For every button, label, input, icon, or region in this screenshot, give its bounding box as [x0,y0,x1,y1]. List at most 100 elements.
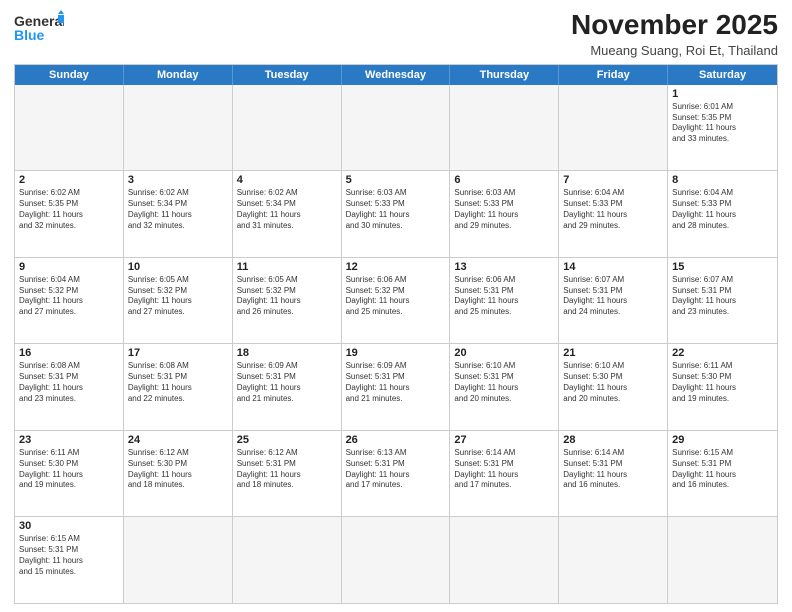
day-info-15: Sunrise: 6:07 AM Sunset: 5:31 PM Dayligh… [672,275,773,318]
calendar-cell-1-2: 4 Sunrise: 6:02 AM Sunset: 5:34 PM Daylig… [233,171,342,257]
day-info-29: Sunrise: 6:15 AM Sunset: 5:31 PM Dayligh… [672,448,773,491]
day-number-9: 9 [19,261,119,273]
day-info-26: Sunrise: 6:13 AM Sunset: 5:31 PM Dayligh… [346,448,446,491]
day-info-10: Sunrise: 6:05 AM Sunset: 5:32 PM Dayligh… [128,275,228,318]
day-number-20: 20 [454,347,554,359]
day-info-24: Sunrise: 6:12 AM Sunset: 5:30 PM Dayligh… [128,448,228,491]
header-wednesday: Wednesday [342,65,451,85]
calendar-cell-5-3 [342,517,451,603]
calendar-row-0: 1Sunrise: 6:01 AM Sunset: 5:35 PM Daylig… [15,85,777,171]
calendar-row-1: 2Sunrise: 6:02 AM Sunset: 5:35 PM Daylig… [15,170,777,257]
calendar-cell-4-6: 29Sunrise: 6:15 AM Sunset: 5:31 PM Dayli… [668,431,777,517]
header-thursday: Thursday [450,65,559,85]
calendar-cell-3-3: 19 Sunrise: 6:09 AM Sunset: 5:31 PM Dayli… [342,344,451,430]
calendar-cell-5-0: 30 Sunrise: 6:15 AM Sunset: 5:31 PM Dayli… [15,517,124,603]
day-number-30: 30 [19,520,119,532]
svg-text:Blue: Blue [14,27,45,43]
day-info-17: Sunrise: 6:08 AM Sunset: 5:31 PM Dayligh… [128,361,228,404]
calendar-cell-0-4 [450,85,559,171]
day-number-10: 10 [128,261,228,273]
day-info-2: Sunrise: 6:02 AM Sunset: 5:35 PM Dayligh… [19,188,119,231]
day-number-13: 13 [454,261,554,273]
calendar-cell-1-3: 5 Sunrise: 6:03 AM Sunset: 5:33 PM Daylig… [342,171,451,257]
calendar-cell-1-0: 2Sunrise: 6:02 AM Sunset: 5:35 PM Daylig… [15,171,124,257]
calendar-cell-3-5: 21 Sunrise: 6:10 AM Sunset: 5:30 PM Dayli… [559,344,668,430]
day-info-4: Sunrise: 6:02 AM Sunset: 5:34 PM Dayligh… [237,188,337,231]
header-monday: Monday [124,65,233,85]
day-number-27: 27 [454,434,554,446]
day-number-3: 3 [128,174,228,186]
logo: General Blue [14,10,64,46]
calendar-cell-4-1: 24 Sunrise: 6:12 AM Sunset: 5:30 PM Dayli… [124,431,233,517]
day-number-4: 4 [237,174,337,186]
calendar-cell-0-5 [559,85,668,171]
calendar-cell-5-5 [559,517,668,603]
day-info-3: Sunrise: 6:02 AM Sunset: 5:34 PM Dayligh… [128,188,228,231]
calendar-cell-3-1: 17 Sunrise: 6:08 AM Sunset: 5:31 PM Dayli… [124,344,233,430]
calendar-row-4: 23 Sunrise: 6:11 AM Sunset: 5:30 PM Dayli… [15,430,777,517]
calendar-cell-1-1: 3 Sunrise: 6:02 AM Sunset: 5:34 PM Daylig… [124,171,233,257]
calendar-row-5: 30 Sunrise: 6:15 AM Sunset: 5:31 PM Dayli… [15,516,777,603]
calendar-cell-3-0: 16Sunrise: 6:08 AM Sunset: 5:31 PM Dayli… [15,344,124,430]
day-number-25: 25 [237,434,337,446]
calendar-cell-4-5: 28Sunrise: 6:14 AM Sunset: 5:31 PM Dayli… [559,431,668,517]
calendar-cell-0-1 [124,85,233,171]
day-info-27: Sunrise: 6:14 AM Sunset: 5:31 PM Dayligh… [454,448,554,491]
calendar-cell-2-0: 9Sunrise: 6:04 AM Sunset: 5:32 PM Daylig… [15,258,124,344]
day-number-12: 12 [346,261,446,273]
day-number-21: 21 [563,347,663,359]
calendar-cell-2-4: 13 Sunrise: 6:06 AM Sunset: 5:31 PM Dayli… [450,258,559,344]
day-info-13: Sunrise: 6:06 AM Sunset: 5:31 PM Dayligh… [454,275,554,318]
day-info-30: Sunrise: 6:15 AM Sunset: 5:31 PM Dayligh… [19,534,119,577]
day-info-5: Sunrise: 6:03 AM Sunset: 5:33 PM Dayligh… [346,188,446,231]
day-info-8: Sunrise: 6:04 AM Sunset: 5:33 PM Dayligh… [672,188,773,231]
calendar-cell-2-5: 14Sunrise: 6:07 AM Sunset: 5:31 PM Dayli… [559,258,668,344]
calendar-header: Sunday Monday Tuesday Wednesday Thursday… [15,65,777,85]
header-saturday: Saturday [668,65,777,85]
month-title: November 2025 [571,10,778,41]
day-info-23: Sunrise: 6:11 AM Sunset: 5:30 PM Dayligh… [19,448,119,491]
header-tuesday: Tuesday [233,65,342,85]
calendar-cell-4-3: 26 Sunrise: 6:13 AM Sunset: 5:31 PM Dayli… [342,431,451,517]
header-friday: Friday [559,65,668,85]
day-number-19: 19 [346,347,446,359]
day-number-17: 17 [128,347,228,359]
calendar-cell-2-6: 15 Sunrise: 6:07 AM Sunset: 5:31 PM Dayli… [668,258,777,344]
logo-svg: General Blue [14,10,64,46]
calendar-cell-5-4 [450,517,559,603]
calendar-cell-1-5: 7Sunrise: 6:04 AM Sunset: 5:33 PM Daylig… [559,171,668,257]
calendar-body: 1Sunrise: 6:01 AM Sunset: 5:35 PM Daylig… [15,85,777,603]
calendar-cell-4-2: 25 Sunrise: 6:12 AM Sunset: 5:31 PM Dayli… [233,431,342,517]
day-info-6: Sunrise: 6:03 AM Sunset: 5:33 PM Dayligh… [454,188,554,231]
calendar-cell-2-2: 11Sunrise: 6:05 AM Sunset: 5:32 PM Dayli… [233,258,342,344]
day-info-1: Sunrise: 6:01 AM Sunset: 5:35 PM Dayligh… [672,102,773,145]
calendar-cell-4-4: 27 Sunrise: 6:14 AM Sunset: 5:31 PM Dayli… [450,431,559,517]
calendar-cell-0-0 [15,85,124,171]
day-number-22: 22 [672,347,773,359]
header: General Blue November 2025 Mueang Suang,… [14,10,778,58]
calendar-cell-0-6: 1Sunrise: 6:01 AM Sunset: 5:35 PM Daylig… [668,85,777,171]
day-info-20: Sunrise: 6:10 AM Sunset: 5:31 PM Dayligh… [454,361,554,404]
calendar-row-2: 9Sunrise: 6:04 AM Sunset: 5:32 PM Daylig… [15,257,777,344]
calendar-cell-5-1 [124,517,233,603]
day-number-14: 14 [563,261,663,273]
day-number-6: 6 [454,174,554,186]
page: General Blue November 2025 Mueang Suang,… [0,0,792,612]
day-number-7: 7 [563,174,663,186]
day-number-18: 18 [237,347,337,359]
calendar-cell-3-4: 20 Sunrise: 6:10 AM Sunset: 5:31 PM Dayli… [450,344,559,430]
day-number-15: 15 [672,261,773,273]
day-number-5: 5 [346,174,446,186]
day-info-18: Sunrise: 6:09 AM Sunset: 5:31 PM Dayligh… [237,361,337,404]
day-number-8: 8 [672,174,773,186]
day-info-25: Sunrise: 6:12 AM Sunset: 5:31 PM Dayligh… [237,448,337,491]
day-number-24: 24 [128,434,228,446]
day-number-11: 11 [237,261,337,273]
day-number-26: 26 [346,434,446,446]
calendar-cell-1-6: 8 Sunrise: 6:04 AM Sunset: 5:33 PM Daylig… [668,171,777,257]
day-info-19: Sunrise: 6:09 AM Sunset: 5:31 PM Dayligh… [346,361,446,404]
day-info-21: Sunrise: 6:10 AM Sunset: 5:30 PM Dayligh… [563,361,663,404]
day-info-28: Sunrise: 6:14 AM Sunset: 5:31 PM Dayligh… [563,448,663,491]
calendar-cell-3-2: 18 Sunrise: 6:09 AM Sunset: 5:31 PM Dayli… [233,344,342,430]
day-number-23: 23 [19,434,119,446]
